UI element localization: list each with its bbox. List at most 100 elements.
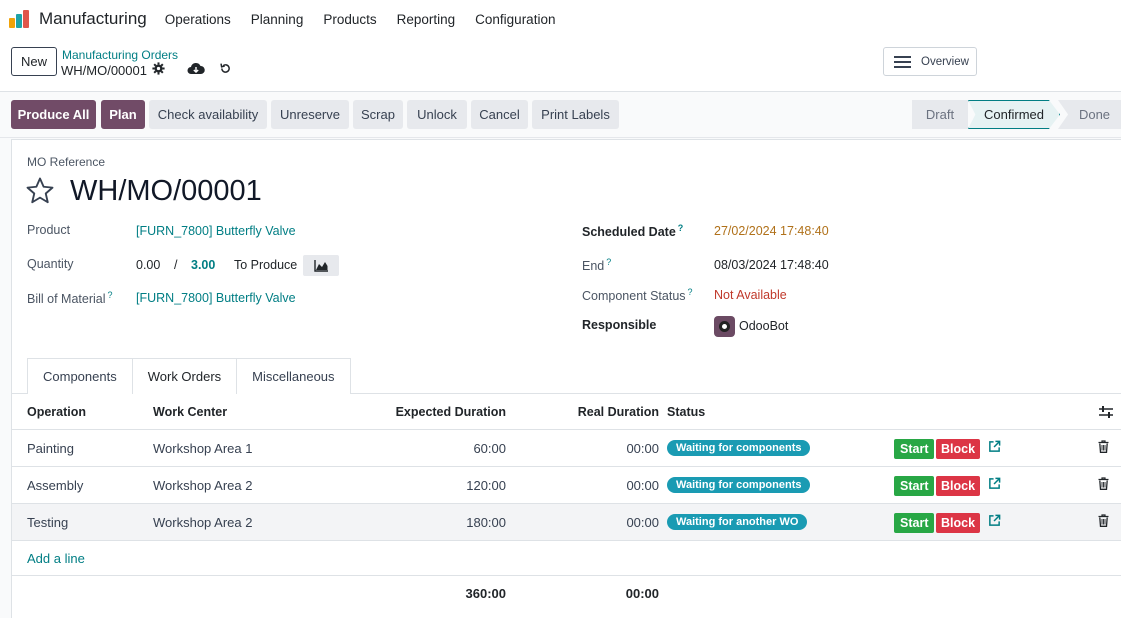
quantity-suffix: To Produce: [234, 258, 298, 272]
table-header: Operation Work Center Expected Duration …: [12, 394, 1121, 430]
main-menu: Operations Planning Products Reporting C…: [165, 12, 576, 27]
block-button[interactable]: Block: [936, 439, 981, 459]
row-expected-duration: 120:00: [466, 477, 506, 493]
unreserve-button[interactable]: Unreserve: [271, 100, 349, 129]
tab-work-orders[interactable]: Work Orders: [131, 358, 238, 394]
status-badge: Waiting for components: [667, 430, 811, 466]
cloud-save-icon[interactable]: [187, 62, 205, 75]
unlock-button[interactable]: Unlock: [407, 100, 467, 129]
scrap-button[interactable]: Scrap: [353, 100, 403, 129]
scheduled-date-value[interactable]: 27/02/2024 17:48:40: [714, 224, 829, 238]
table-row[interactable]: Testing Workshop Area 2 180:00 00:00 Wai…: [12, 504, 1121, 541]
breadcrumb-parent[interactable]: Manufacturing Orders: [62, 48, 178, 62]
row-expected-duration: 60:00: [473, 440, 506, 456]
produce-all-button[interactable]: Produce All: [11, 100, 96, 129]
header-expected-duration[interactable]: Expected Duration: [312, 394, 506, 429]
menu-planning[interactable]: Planning: [251, 12, 304, 27]
stage-done[interactable]: Done: [1058, 100, 1121, 129]
quantity-produced[interactable]: 0.00: [136, 258, 160, 272]
cancel-button[interactable]: Cancel: [471, 100, 528, 129]
bom-value[interactable]: [FURN_7800] Butterfly Valve: [136, 291, 296, 305]
forecast-graph-button[interactable]: [303, 255, 339, 276]
record-actions: [152, 62, 232, 75]
responsible-label: Responsible: [582, 318, 657, 332]
table-row[interactable]: Assembly Workshop Area 2 120:00 00:00 Wa…: [12, 467, 1121, 504]
trash-icon[interactable]: [1098, 440, 1109, 453]
breadcrumb-current: WH/MO/00001: [61, 63, 147, 78]
table-footer: 360:00 00:00: [12, 576, 1121, 611]
product-value[interactable]: [FURN_7800] Butterfly Valve: [136, 224, 296, 238]
total-expected-duration: 360:00: [465, 586, 506, 601]
bom-label: Bill of Material?: [27, 290, 113, 307]
discard-icon[interactable]: [219, 62, 232, 75]
mo-reference-title: WH/MO/00001: [70, 175, 262, 207]
quantity-separator: /: [174, 258, 178, 272]
status-badge: Waiting for components: [667, 467, 811, 503]
row-operation: Assembly: [27, 477, 84, 493]
stage-confirmed[interactable]: Confirmed: [968, 100, 1060, 129]
row-real-duration: 00:00: [626, 440, 659, 456]
table-row[interactable]: Painting Workshop Area 1 60:00 00:00 Wai…: [12, 430, 1121, 467]
menu-products[interactable]: Products: [323, 12, 376, 27]
external-link-icon[interactable]: [988, 440, 1001, 453]
scheduled-date-label: Scheduled Date?: [582, 223, 684, 240]
avatar: [714, 316, 735, 337]
overview-label: Overview: [921, 55, 969, 68]
quantity-label: Quantity: [27, 257, 74, 271]
area-chart-icon: [313, 259, 328, 272]
end-value[interactable]: 08/03/2024 17:48:40: [714, 258, 829, 272]
add-line-row: Add a line: [12, 541, 1121, 576]
top-navbar: Manufacturing Operations Planning Produc…: [0, 0, 1121, 38]
star-icon[interactable]: [25, 176, 55, 206]
column-settings-icon[interactable]: [1099, 394, 1113, 429]
row-expected-duration: 180:00: [466, 514, 506, 530]
header-operation[interactable]: Operation: [27, 394, 86, 429]
row-work-center: Workshop Area 2: [153, 514, 253, 530]
trash-icon[interactable]: [1098, 477, 1109, 490]
block-button[interactable]: Block: [936, 476, 981, 496]
new-button[interactable]: New: [11, 47, 57, 76]
quantity-total[interactable]: 3.00: [191, 258, 215, 272]
overview-button[interactable]: Overview: [883, 47, 977, 76]
block-button[interactable]: Block: [936, 513, 981, 533]
gear-icon[interactable]: [152, 62, 165, 75]
row-real-duration: 00:00: [626, 477, 659, 493]
component-status-value: Not Available: [714, 288, 787, 302]
external-link-icon[interactable]: [988, 477, 1001, 490]
stage-draft[interactable]: Draft: [912, 100, 968, 129]
action-status-bar: Produce All Plan Check availability Unre…: [0, 92, 1121, 138]
menu-icon: [894, 55, 911, 68]
trash-icon[interactable]: [1098, 514, 1109, 527]
product-label: Product: [27, 223, 71, 237]
row-real-duration: 00:00: [626, 514, 659, 530]
tab-miscellaneous[interactable]: Miscellaneous: [236, 358, 351, 394]
control-panel: New Manufacturing Orders WH/MO/00001 Ove…: [0, 38, 1121, 92]
header-status[interactable]: Status: [667, 394, 705, 429]
start-button[interactable]: Start: [894, 439, 935, 459]
start-button[interactable]: Start: [894, 476, 935, 496]
work-orders-table: Operation Work Center Expected Duration …: [12, 394, 1121, 611]
row-work-center: Workshop Area 2: [153, 477, 253, 493]
app-name[interactable]: Manufacturing: [39, 9, 147, 29]
row-work-center: Workshop Area 1: [153, 440, 253, 456]
add-line-link[interactable]: Add a line: [27, 541, 85, 575]
plan-button[interactable]: Plan: [101, 100, 145, 129]
form-sheet: MO Reference WH/MO/00001 Product [FURN_7…: [11, 139, 1121, 618]
menu-configuration[interactable]: Configuration: [475, 12, 555, 27]
status-stages: Draft Confirmed Done: [912, 100, 1121, 129]
menu-operations[interactable]: Operations: [165, 12, 231, 27]
responsible-value[interactable]: OdooBot: [739, 319, 788, 333]
print-labels-button[interactable]: Print Labels: [532, 100, 619, 129]
tab-components[interactable]: Components: [27, 358, 133, 394]
header-work-center[interactable]: Work Center: [153, 394, 227, 429]
manufacturing-logo-icon[interactable]: [9, 10, 31, 28]
notebook-tabs: Components Work Orders Miscellaneous: [27, 358, 351, 394]
mo-reference-label: MO Reference: [27, 155, 106, 169]
external-link-icon[interactable]: [988, 514, 1001, 527]
start-button[interactable]: Start: [894, 513, 935, 533]
check-availability-button[interactable]: Check availability: [149, 100, 267, 129]
menu-reporting[interactable]: Reporting: [397, 12, 456, 27]
header-real-duration[interactable]: Real Duration: [512, 394, 659, 429]
total-real-duration: 00:00: [625, 586, 659, 601]
end-label: End?: [582, 257, 612, 274]
